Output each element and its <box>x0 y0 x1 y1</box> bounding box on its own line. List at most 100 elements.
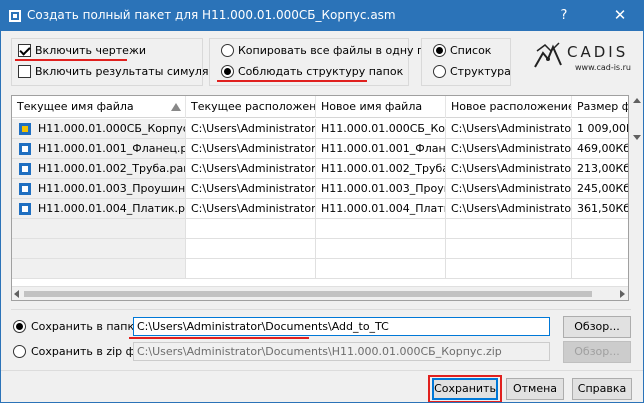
table-cell: C:\Users\Administrator\... <box>446 179 572 199</box>
table-cell: C:\Users\Administrator\... <box>186 199 316 219</box>
view-list-label[interactable]: Список <box>450 44 491 57</box>
table-cell: Н11.000.01.001_Фланец.par <box>12 139 186 159</box>
table-cell: 245,00Кб <box>572 179 628 199</box>
table-cell <box>446 219 572 239</box>
table-row[interactable]: Н11.000.01.004_Платик.psm C:\Users\Admini… <box>12 199 628 219</box>
table-row <box>12 239 628 259</box>
table-cell: C:\Users\Administrator\... <box>446 159 572 179</box>
divider <box>11 309 631 310</box>
include-drawings-checkbox[interactable] <box>18 44 31 57</box>
table-cell <box>186 219 316 239</box>
table-cell: Н11.000.01.003_Проуш... <box>316 179 446 199</box>
save-to-folder-label[interactable]: Сохранить в папку: <box>31 320 144 333</box>
close-icon[interactable]: ✕ <box>597 1 643 31</box>
horizontal-scrollbar[interactable] <box>12 286 628 300</box>
table-cell: Н11.000.01.002_Труба.par <box>316 159 446 179</box>
file-name: Н11.000.01.003_Проушина... <box>38 182 186 195</box>
file-name: Н11.000.01.002_Труба.par <box>38 162 186 175</box>
keep-structure-radio[interactable] <box>221 65 234 78</box>
bottom-divider <box>1 370 643 371</box>
highlight-underline-drawings <box>15 59 127 61</box>
save-zip-input[interactable]: C:\Users\Administrator\Documents\Н11.000… <box>133 342 550 361</box>
highlight-underline-folder <box>129 337 309 339</box>
title-bar: Создать полный пакет для Н11.000.01.000С… <box>1 1 643 31</box>
part-icon <box>19 143 31 155</box>
table-row <box>12 219 628 239</box>
scroll-right-icon[interactable] <box>620 290 625 298</box>
table-cell <box>186 259 316 279</box>
cancel-button[interactable]: Отмена <box>506 378 564 400</box>
window-title: Создать полный пакет для Н11.000.01.000С… <box>27 8 396 22</box>
column-header-new-location[interactable]: Новое расположение <box>446 96 572 118</box>
table-cell <box>572 239 628 259</box>
table-row[interactable]: Н11.000.01.003_Проушина... C:\Users\Admin… <box>12 179 628 199</box>
save-to-folder-radio[interactable] <box>13 320 26 333</box>
save-to-zip-radio[interactable] <box>13 345 26 358</box>
logo-text: CADIS <box>567 43 629 61</box>
column-header-current-name[interactable]: Текущее имя файла <box>12 96 186 118</box>
files-table: Текущее имя файла Текущее расположение Н… <box>11 95 629 301</box>
table-cell: 1 009,00Кб <box>572 119 628 139</box>
table-row <box>12 259 628 279</box>
table-cell: C:\Users\Administrator\... <box>446 119 572 139</box>
highlight-underline-structure <box>217 80 367 82</box>
table-row[interactable]: Н11.000.01.001_Фланец.par C:\Users\Admini… <box>12 139 628 159</box>
table-cell: Н11.000.01.004_Платик.... <box>316 199 446 219</box>
view-list-radio[interactable] <box>433 44 446 57</box>
table-row[interactable]: Н11.000.01.002_Труба.par C:\Users\Adminis… <box>12 159 628 179</box>
part-icon <box>19 163 31 175</box>
vertical-scrollbar[interactable] <box>631 95 643 165</box>
column-header-current-location[interactable]: Текущее расположение <box>186 96 316 118</box>
table-cell <box>316 239 446 259</box>
dialog-window: Создать полный пакет для Н11.000.01.000С… <box>0 0 644 403</box>
cadis-logo: CADIS www.cad-is.ru <box>531 37 641 83</box>
assembly-icon <box>19 123 31 135</box>
keep-structure-label[interactable]: Соблюдать структуру папок <box>238 65 403 78</box>
browse-zip-button[interactable]: Обзор... <box>563 341 631 363</box>
scroll-thumb[interactable] <box>24 291 592 297</box>
column-header-size[interactable]: Размер файла <box>572 96 628 118</box>
scroll-up-icon[interactable] <box>633 98 641 103</box>
table-cell: C:\Users\Administrator\... <box>186 159 316 179</box>
scroll-left-icon[interactable] <box>14 290 19 298</box>
file-name: Н11.000.01.000СБ_Корпус.... <box>38 122 185 135</box>
part-icon <box>19 183 31 195</box>
sort-arrow-icon <box>171 103 181 111</box>
help-button[interactable]: Справка <box>572 378 632 400</box>
table-cell <box>186 239 316 259</box>
table-cell: Н11.000.01.001_Фланец.par <box>316 139 446 159</box>
table-cell <box>572 259 628 279</box>
table-cell: C:\Users\Administrator\... <box>186 179 316 199</box>
include-drawings-label[interactable]: Включить чертежи <box>35 44 146 57</box>
table-cell: Н11.000.01.000СБ_Корпус.... <box>12 119 186 139</box>
table-cell: 469,00Кб <box>572 139 628 159</box>
include-simulation-checkbox[interactable] <box>18 65 31 78</box>
solid-edge-app-icon <box>9 10 21 22</box>
view-structure-radio[interactable] <box>433 65 446 78</box>
view-structure-label[interactable]: Структура <box>450 65 511 78</box>
table-cell <box>12 239 186 259</box>
copy-one-folder-radio[interactable] <box>221 44 234 57</box>
column-header-new-name[interactable]: Новое имя файла <box>316 96 446 118</box>
help-icon[interactable]: ? <box>541 1 587 31</box>
table-cell <box>316 259 446 279</box>
table-cell <box>446 259 572 279</box>
save-folder-input[interactable]: C:\Users\Administrator\Documents\Add_to_… <box>133 317 550 336</box>
table-cell <box>446 239 572 259</box>
cadis-logo-icon <box>534 42 562 68</box>
table-cell: Н11.000.01.004_Платик.psm <box>12 199 186 219</box>
table-header: Текущее имя файла Текущее расположение Н… <box>12 96 628 118</box>
file-name: Н11.000.01.001_Фланец.par <box>38 142 186 155</box>
table-cell <box>316 219 446 239</box>
scroll-down-icon[interactable] <box>633 135 641 140</box>
copy-one-folder-label[interactable]: Копировать все файлы в одну папку <box>238 44 451 57</box>
table-cell: C:\Users\Administrator\... <box>186 119 316 139</box>
table-row[interactable]: Н11.000.01.000СБ_Корпус....C:\Users\Admi… <box>12 119 628 139</box>
include-simulation-label[interactable]: Включить результаты симуляции <box>35 65 230 78</box>
table-cell <box>572 219 628 239</box>
file-name: Н11.000.01.004_Платик.psm <box>38 202 186 215</box>
table-cell: Н11.000.01.002_Труба.par <box>12 159 186 179</box>
table-cell: C:\Users\Administrator\... <box>186 139 316 159</box>
save-button[interactable]: Сохранить <box>432 378 498 400</box>
browse-folder-button[interactable]: Обзор... <box>563 316 631 338</box>
